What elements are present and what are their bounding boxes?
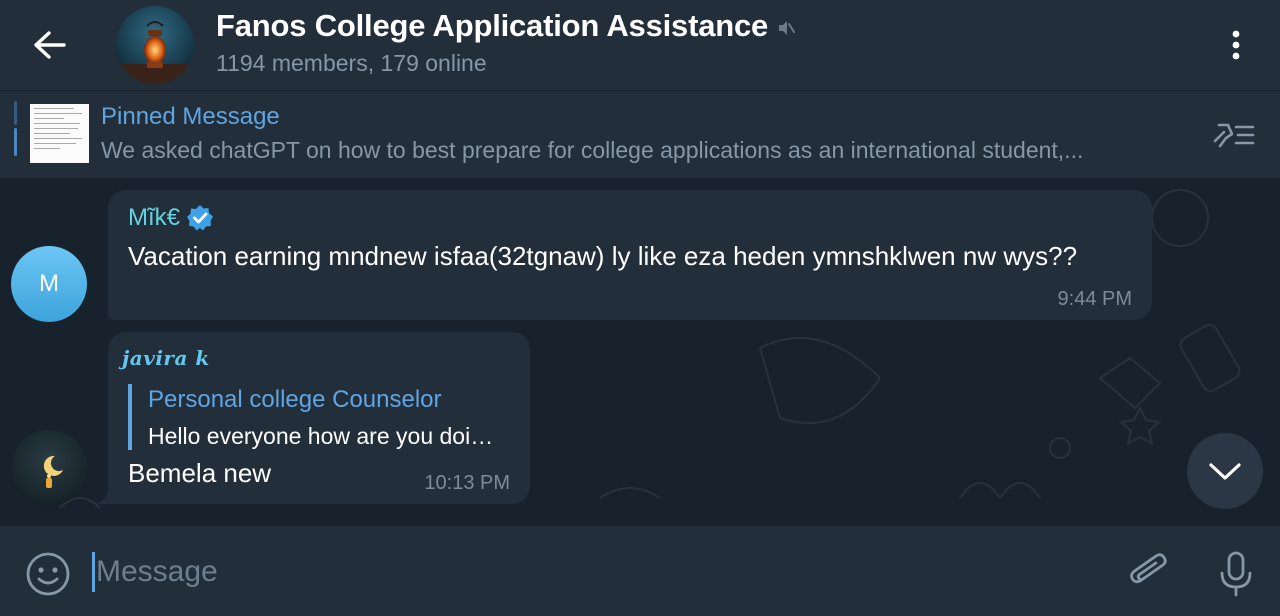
- lantern-icon: [116, 6, 194, 84]
- message-input[interactable]: [96, 548, 1076, 596]
- verified-badge-icon: [187, 205, 214, 231]
- reply-title: Personal college Counselor: [148, 386, 442, 413]
- sender-name-wrap[interactable]: Mĩk€: [128, 204, 214, 232]
- message-bubble[interactable]: Mĩk€ Vacation earning mndnew isfaa(32tgn…: [108, 190, 1152, 320]
- pinned-title: Pinned Message: [101, 103, 280, 130]
- composer-bar: [0, 526, 1280, 616]
- pinned-list-button[interactable]: [1205, 115, 1261, 155]
- arrow-left-icon: [34, 31, 66, 59]
- emoji-icon: [26, 552, 70, 596]
- muted-speaker-icon: [779, 21, 796, 35]
- message-bubble[interactable]: javira k Personal college Counselor Hell…: [108, 332, 530, 504]
- microphone-icon: [1220, 551, 1252, 597]
- message-list[interactable]: M Mĩk€ Vacation earning mndnew isfaa(32t…: [0, 178, 1280, 526]
- attach-button[interactable]: [1124, 548, 1174, 598]
- sender-avatar[interactable]: [11, 430, 87, 506]
- voice-message-button[interactable]: [1212, 548, 1260, 600]
- pin-list-icon: [1213, 123, 1255, 148]
- chat-subtitle: 1194 members, 179 online: [216, 50, 487, 76]
- message-text: Bemela new: [128, 458, 272, 488]
- message-time: 9:44 PM: [1057, 288, 1132, 310]
- pinned-indicator: [14, 101, 17, 163]
- reply-quote[interactable]: Personal college Counselor Hello everyon…: [128, 384, 518, 450]
- message-time: 10:13 PM: [424, 472, 510, 494]
- pinned-message-bar[interactable]: Pinned Message We asked chatGPT on how t…: [0, 90, 1280, 178]
- chevron-down-icon: [1209, 463, 1241, 480]
- back-button[interactable]: [22, 22, 78, 68]
- reply-text: Hello everyone how are you doi…: [148, 423, 494, 449]
- pinned-text: We asked chatGPT on how to best prepare …: [101, 137, 1084, 163]
- emoji-button[interactable]: [24, 550, 72, 598]
- avatar-letter: M: [39, 270, 59, 297]
- more-menu-button[interactable]: [1212, 22, 1260, 68]
- group-avatar[interactable]: [116, 6, 194, 84]
- scroll-down-button[interactable]: [1187, 433, 1263, 509]
- more-vertical-icon: [1232, 30, 1240, 60]
- paperclip-icon: [1130, 553, 1167, 584]
- chat-title-wrap[interactable]: Fanos College Application Assistance: [216, 8, 796, 44]
- sender-name: Mĩk€: [128, 204, 181, 231]
- text-caret: [92, 552, 95, 592]
- sender-avatar[interactable]: M: [11, 246, 87, 322]
- moon-lantern-icon: [43, 455, 63, 488]
- pinned-thumbnail: [30, 104, 89, 163]
- sender-name[interactable]: javira k: [122, 346, 210, 370]
- chat-header: Fanos College Application Assistance 119…: [0, 0, 1280, 90]
- message-text: Vacation earning mndnew isfaa(32tgnaw) l…: [128, 241, 1078, 271]
- chat-title: Fanos College Application Assistance: [216, 8, 769, 43]
